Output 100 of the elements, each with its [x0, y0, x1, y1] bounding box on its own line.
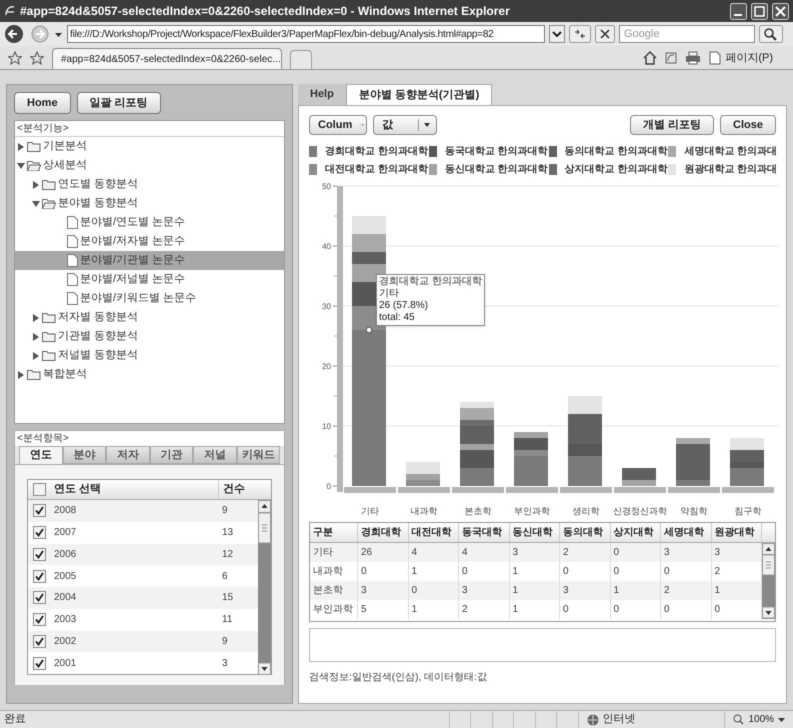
bar-base: [506, 487, 558, 493]
tab[interactable]: 분야: [62, 446, 106, 464]
expand-triangle-icon[interactable]: [32, 332, 40, 340]
table-cell-text: 2007: [53, 526, 78, 540]
dropdown[interactable]: Colum: [309, 115, 367, 135]
toolbar-button[interactable]: Close: [720, 115, 776, 135]
add-favorites-icon[interactable]: [30, 51, 44, 65]
text-area[interactable]: [309, 628, 776, 662]
expand-triangle-icon[interactable]: [32, 180, 40, 188]
toolbar-button[interactable]: Home: [14, 92, 71, 114]
table-cell: 0: [560, 600, 610, 619]
page-menu[interactable]: 페이지(P): [709, 50, 773, 66]
tree-item[interactable]: 연도별 동향분석: [15, 175, 284, 194]
checkbox[interactable]: [32, 483, 46, 496]
tree-item[interactable]: 분야별/저널별 논문수: [15, 270, 284, 289]
zoom-control[interactable]: 100%: [724, 712, 793, 728]
expand-triangle-icon[interactable]: [17, 142, 25, 150]
expand-triangle-icon[interactable]: [32, 314, 40, 322]
column-header: 세명대학: [661, 523, 712, 542]
column-header: 상지대학: [610, 523, 661, 542]
tree-item[interactable]: 분야별/기관별 논문수: [15, 251, 284, 270]
refresh-icon[interactable]: [569, 25, 591, 43]
document-icon: [709, 51, 722, 65]
axis-label: 부인과학: [514, 506, 550, 516]
checkbox[interactable]: [32, 656, 46, 670]
toolbar-button[interactable]: 일괄 리포팅: [76, 92, 161, 114]
expand-triangle-icon[interactable]: [17, 370, 25, 378]
dropdown-icon[interactable]: [549, 25, 565, 43]
close-icon[interactable]: [772, 2, 789, 20]
document-icon: [67, 216, 78, 229]
printer-icon[interactable]: [685, 51, 702, 65]
column-header: 연도 선택: [53, 482, 102, 498]
browser-tab[interactable]: #app=824d&5057-selectedIndex=0&2260-selec...: [52, 48, 282, 69]
table-cell-text: 2006: [53, 548, 78, 562]
document-icon: [67, 235, 78, 248]
scrollbar[interactable]: [258, 500, 271, 674]
panel-title: <분석기능>: [15, 121, 284, 137]
tree-item[interactable]: 분야별 동향분석: [15, 194, 284, 213]
checkbox[interactable]: [32, 504, 46, 518]
maximize-icon[interactable]: [751, 2, 768, 20]
axis-label: 10: [322, 422, 331, 431]
table-cell: 0: [661, 600, 712, 619]
column-header: 대전대학: [408, 523, 459, 542]
tree-item[interactable]: 기관별 동향분석: [15, 327, 284, 346]
expand-triangle-icon[interactable]: [32, 352, 40, 360]
axis-label: 생리학: [572, 506, 600, 516]
tree-item[interactable]: 상세분석: [15, 156, 284, 175]
zoom-icon: [733, 714, 744, 725]
axis-label: 0: [326, 482, 331, 491]
stop-icon[interactable]: [595, 25, 615, 43]
tab[interactable]: 연도: [19, 446, 62, 464]
tree-item[interactable]: 복합분석: [15, 365, 284, 384]
scrollbar[interactable]: [762, 543, 775, 619]
search-icon[interactable]: [759, 25, 783, 43]
table-cell: 부인과학: [310, 600, 358, 619]
table-cell-text: 13: [221, 526, 234, 540]
column-header: 원광대학: [712, 523, 762, 542]
new-tab-button[interactable]: [290, 50, 312, 69]
folder-icon: [27, 369, 41, 380]
checkbox[interactable]: [32, 591, 46, 604]
table-cell-text: 2001: [53, 656, 78, 671]
tree-item[interactable]: 분야별/저자별 논문수: [15, 232, 284, 251]
home-icon[interactable]: [643, 51, 658, 65]
legend-label: 대전대학교 한의과대학: [325, 162, 428, 176]
checkbox[interactable]: [32, 634, 46, 648]
table-cell: 5: [358, 600, 408, 619]
collapse-triangle-icon[interactable]: [32, 200, 40, 208]
legend-label: 원광대학교 한의과대: [684, 162, 776, 176]
checkbox[interactable]: [32, 548, 46, 561]
tree-item[interactable]: 저자별 동향분석: [15, 308, 284, 327]
tab[interactable]: 저자: [106, 446, 150, 464]
checkbox[interactable]: [32, 526, 46, 540]
tab[interactable]: Help: [298, 84, 346, 105]
toolbar-button[interactable]: 개별 리포팅: [630, 115, 714, 135]
minimize-icon[interactable]: [730, 2, 747, 20]
tree-item[interactable]: 저널별 동향분석: [15, 346, 284, 365]
search-field[interactable]: Google: [619, 25, 755, 43]
collapse-triangle-icon[interactable]: [17, 162, 25, 170]
legend-label: 경희대학교 한의과대학: [325, 144, 428, 158]
tree-item[interactable]: 분야별/연도별 논문수: [15, 213, 284, 232]
tab[interactable]: 저널: [193, 446, 236, 464]
tab[interactable]: 분야별 동향분석(기관별): [346, 84, 492, 105]
axis-label: 기타: [361, 506, 379, 516]
document-icon: [67, 292, 78, 305]
address-field[interactable]: file:///D:/Workshop/Project/Workspace/FlexBuilder3/PaperMapFlex/bin-debug/Analysis.html#app=82: [67, 25, 545, 43]
tab[interactable]: 키워드: [236, 446, 280, 464]
dropdown[interactable]: 값: [373, 115, 437, 135]
search-info-text: 검색정보:일반검색(인삼), 데이터형태:값: [309, 671, 488, 685]
table-cell-text: 9: [221, 504, 229, 518]
tooltip-text: total: 45: [379, 312, 416, 324]
back-icon[interactable]: [4, 24, 26, 44]
tab[interactable]: 기관: [150, 446, 193, 464]
tree-item[interactable]: 기본분석: [15, 137, 284, 156]
tree-item[interactable]: 분야별/키워드별 논문수: [15, 289, 284, 308]
favorites-star-icon[interactable]: [8, 51, 22, 65]
feed-icon[interactable]: [665, 52, 678, 64]
legend-label: 동의대학교 한의과대학: [564, 144, 668, 158]
checkbox[interactable]: [32, 613, 46, 626]
checkbox[interactable]: [32, 570, 46, 583]
legend-label: 동신대학교 한의과대학: [444, 162, 548, 176]
